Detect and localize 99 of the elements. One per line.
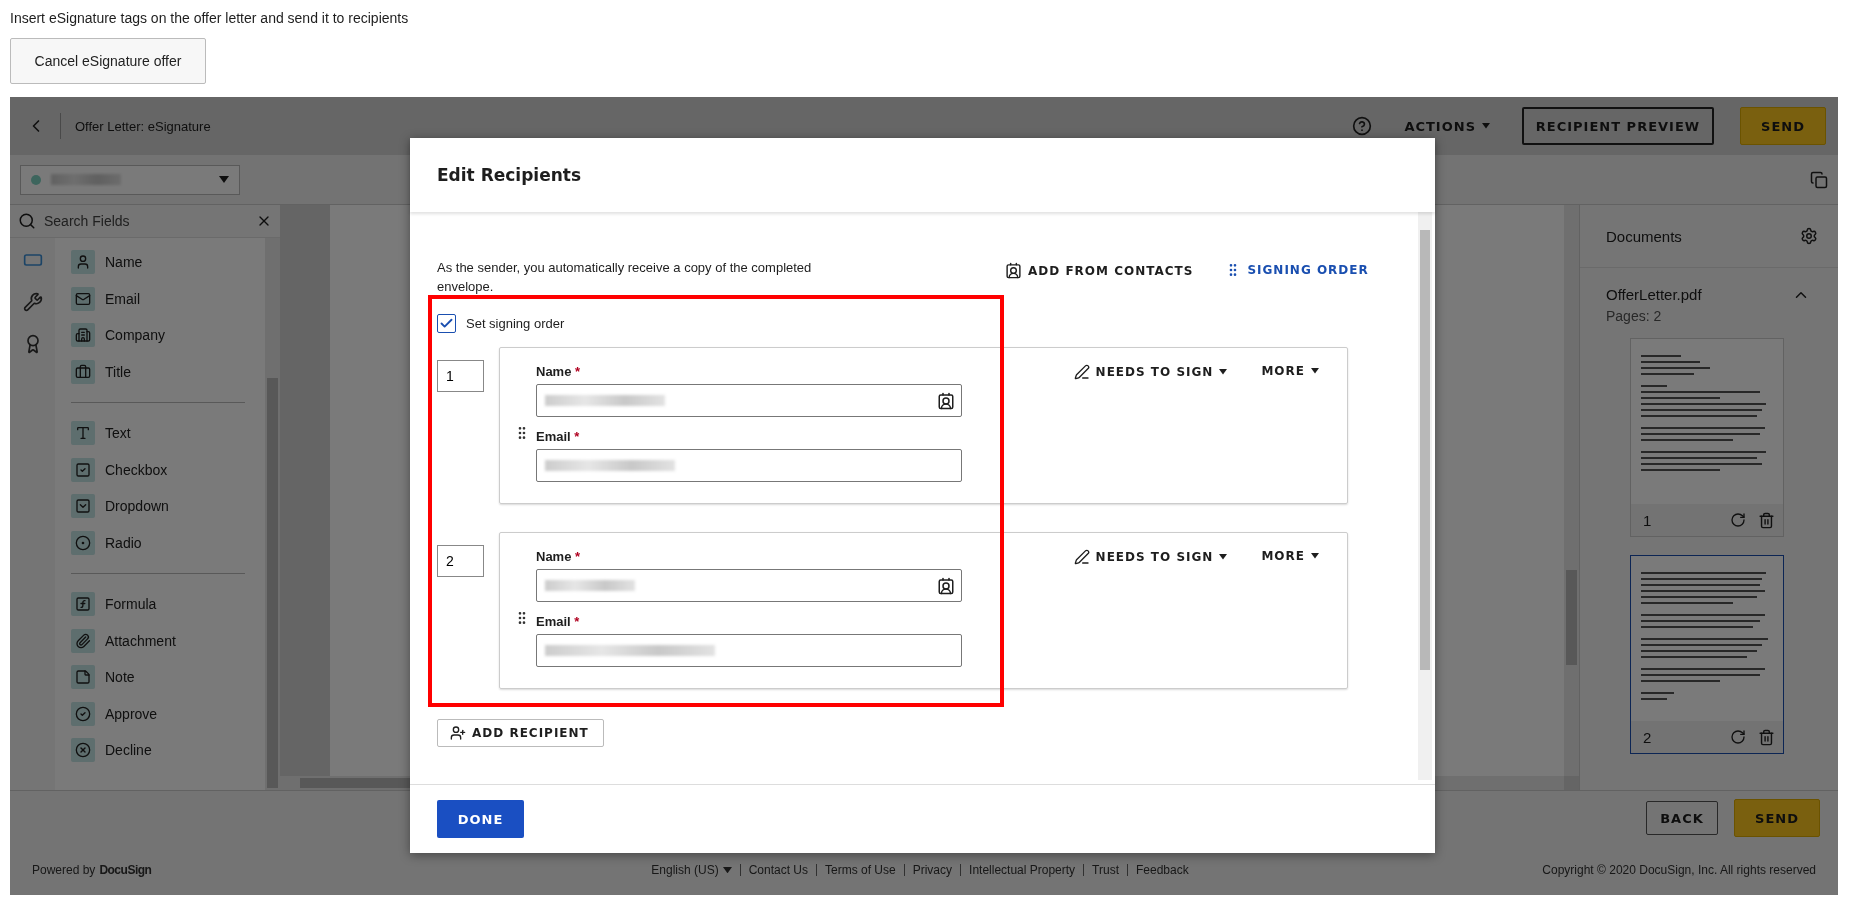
back-button[interactable]: BACK [1646, 801, 1718, 835]
person-icon [71, 250, 95, 275]
radio-icon [71, 530, 95, 555]
powered-by-text: Powered by [32, 863, 96, 877]
rotate-icon[interactable] [1730, 729, 1746, 745]
footer-link[interactable]: Terms of Use [816, 864, 904, 876]
field-type-item[interactable]: Note [71, 659, 265, 696]
status-dot [31, 174, 41, 185]
contact-card-icon [1005, 262, 1022, 279]
field-type-item[interactable]: Radio [71, 524, 265, 561]
page-count: Pages: 2 [1605, 307, 1663, 326]
rotate-icon[interactable] [1730, 512, 1746, 528]
envelope-icon [71, 286, 95, 311]
caret-icon [1311, 553, 1319, 559]
caret-icon [1219, 554, 1228, 560]
caret-icon [1482, 123, 1490, 129]
search-icon [18, 212, 36, 230]
field-type-item[interactable]: Checkbox [71, 451, 265, 488]
input-field[interactable] [536, 384, 962, 417]
send-button[interactable]: SEND [1734, 799, 1820, 837]
footer-link[interactable]: Contact Us [739, 864, 816, 876]
language-selector[interactable]: English (US) [651, 863, 740, 877]
checkbox-icon [71, 457, 95, 482]
documents-title: Documents [1606, 227, 1682, 245]
envelope-title: Offer Letter: eSignature [75, 118, 212, 134]
input-field[interactable] [536, 449, 962, 482]
dialog-title: Edit Recipients [437, 165, 582, 185]
dropdown-icon [71, 494, 95, 519]
cancel-button[interactable]: Cancel eSignature offer [10, 38, 206, 84]
field-type-item[interactable]: Text [71, 415, 265, 452]
contact-card-icon[interactable] [937, 576, 955, 595]
scrollbar[interactable] [1564, 205, 1579, 776]
scrollbar[interactable] [1418, 212, 1432, 780]
more-menu[interactable]: MORE [1261, 364, 1319, 378]
caret-icon [1219, 369, 1228, 375]
page-card[interactable]: 1 [1630, 338, 1784, 537]
caret-icon [722, 866, 732, 874]
page-card[interactable]: 2 [1630, 555, 1784, 754]
field-label: Name * [536, 549, 581, 564]
paperclip-icon [71, 628, 95, 653]
order-field[interactable]: 1 [437, 360, 484, 392]
briefcase-icon [71, 359, 95, 384]
field-type-item[interactable]: Email [71, 280, 265, 317]
footer-link[interactable]: Trust [1083, 864, 1127, 876]
pen-icon [1073, 549, 1090, 565]
checkbox-label: Set signing order [466, 316, 565, 331]
file-name: OfferLetter.pdf [1606, 286, 1702, 304]
send-button[interactable]: SEND [1740, 107, 1826, 145]
checkbox[interactable] [437, 314, 456, 333]
caret-icon [219, 176, 229, 183]
field-label: Name * [536, 364, 581, 379]
note-icon [71, 665, 95, 690]
input-field[interactable] [536, 569, 962, 602]
field-type-item[interactable]: Company [71, 317, 265, 354]
blurred-text [51, 174, 121, 185]
actions-menu[interactable]: ACTIONS [1386, 109, 1508, 143]
input-field[interactable] [536, 634, 962, 667]
field-type-item[interactable]: Decline [71, 732, 265, 769]
search-field[interactable]: Search Fields [10, 205, 280, 238]
sender-note: As the sender, you automatically receive a copy of the completed envelope. [437, 259, 813, 296]
needs-to-sign-menu[interactable]: NEEDS TO SIGN [1073, 364, 1228, 380]
trash-icon[interactable] [1758, 728, 1775, 746]
add-from-contacts-button[interactable]: ADD FROM CONTACTS [1005, 262, 1194, 279]
signing-order-button[interactable]: SIGNING ORDER [1225, 262, 1369, 278]
function-icon [71, 592, 95, 617]
more-menu[interactable]: MORE [1261, 549, 1319, 563]
footer-link[interactable]: Privacy [903, 864, 961, 876]
done-button[interactable]: DONE [437, 800, 524, 838]
add-recipient-button[interactable]: ADD RECIPIENT [437, 719, 604, 747]
copyright-text: Copyright © 2020 DocuSign, Inc. All rights reserved [1541, 863, 1816, 877]
needs-to-sign-menu[interactable]: NEEDS TO SIGN [1073, 549, 1228, 565]
add-person-icon [450, 725, 466, 741]
search-input[interactable]: Search Fields [42, 212, 250, 230]
field-label: Email * [536, 614, 580, 629]
caret-icon [1311, 368, 1319, 374]
scrollbar[interactable] [265, 238, 280, 790]
text-icon [71, 421, 95, 446]
footer-link[interactable]: Feedback [1127, 864, 1197, 876]
field-type-item[interactable]: Formula [71, 586, 265, 623]
field-type-item[interactable]: Title [71, 353, 265, 390]
field-type-item[interactable]: Approve [71, 695, 265, 732]
brand-logo: DocuSign [99, 863, 152, 877]
field-type-item[interactable]: Name [71, 244, 265, 281]
trash-icon[interactable] [1758, 511, 1775, 529]
contact-card-icon[interactable] [937, 391, 955, 410]
pen-icon [1073, 364, 1090, 380]
help-icon[interactable] [1352, 116, 1373, 136]
instruction-text: Insert eSignature tags on the offer letter and send it to recipients [9, 9, 410, 28]
page-number: 1 [1643, 511, 1653, 529]
copy-icon[interactable] [1810, 170, 1828, 189]
footer-link[interactable]: Intellectual Property [960, 864, 1084, 876]
page-number: 2 [1643, 728, 1653, 746]
field-type-item[interactable]: Dropdown [71, 488, 265, 525]
field-label: Email * [536, 429, 580, 444]
building-icon [71, 323, 95, 348]
field-type-item[interactable]: Attachment [71, 622, 265, 659]
settings-icon[interactable] [1800, 227, 1818, 245]
recipient-preview-button[interactable]: RECIPIENT PREVIEW [1522, 107, 1714, 145]
order-field[interactable]: 2 [437, 545, 484, 577]
